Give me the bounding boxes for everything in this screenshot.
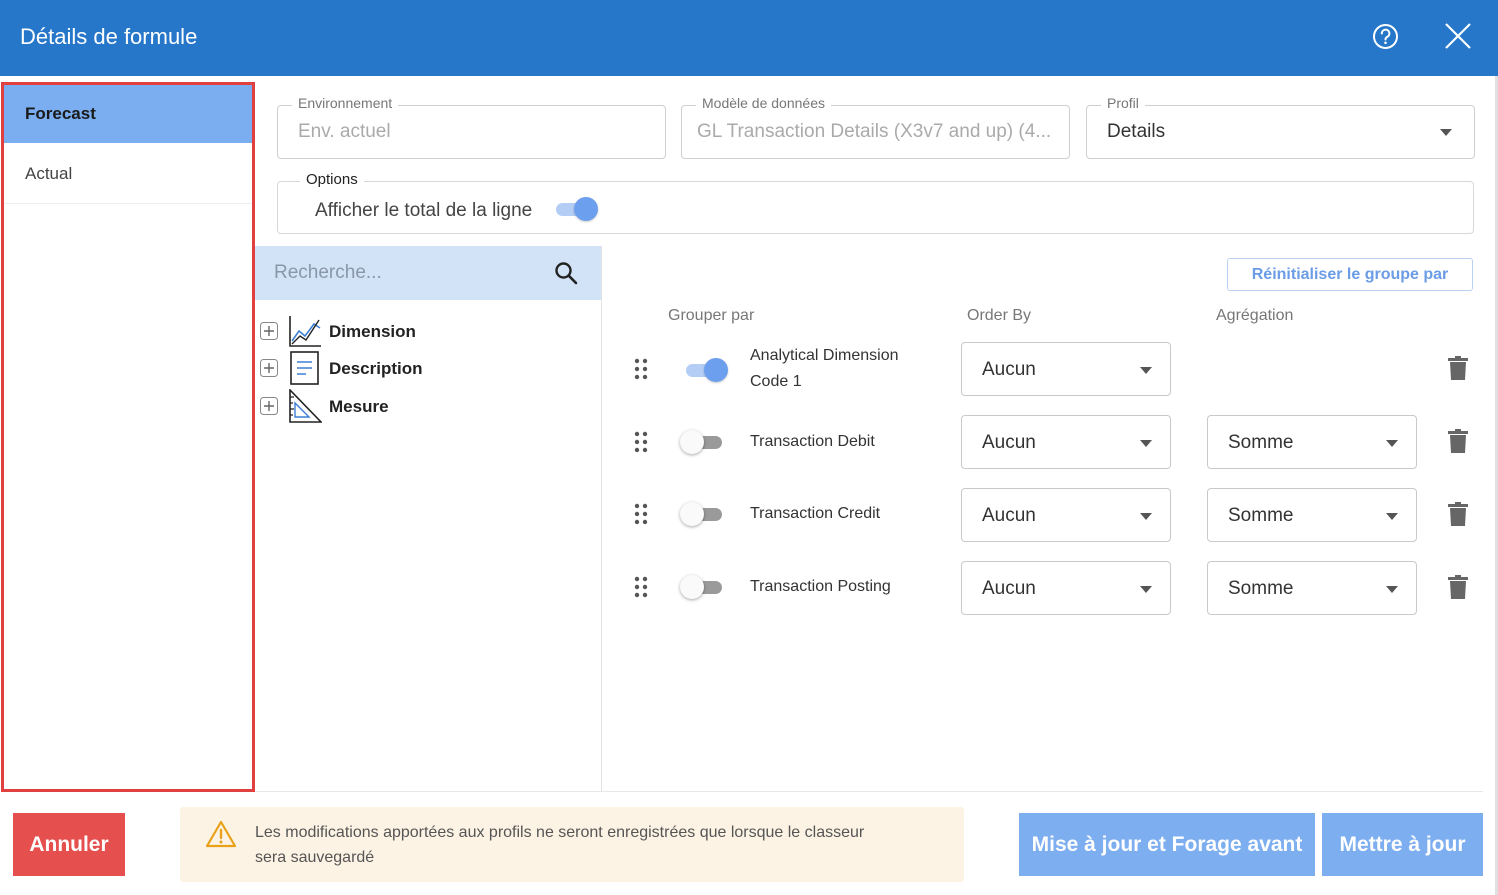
expand-plus-icon[interactable]	[260, 397, 278, 415]
warning-banner: Les modifications apportées aux profils …	[180, 807, 964, 882]
warning-line: sera sauvegardé	[255, 849, 375, 866]
tree-node-description[interactable]: Description	[260, 351, 590, 385]
sidebar-item-actual[interactable]: Actual	[4, 143, 252, 204]
column-header-group-by: Grouper par	[668, 307, 755, 324]
line-chart-icon	[289, 316, 321, 347]
chevron-down-icon	[1386, 586, 1398, 593]
options-group: Options Afficher le total de la ligne	[277, 171, 1474, 234]
tree-node-dimension[interactable]: Dimension	[260, 314, 590, 348]
order-by-value: Aucun	[982, 432, 1036, 453]
aggregation-select[interactable]: Somme	[1207, 415, 1417, 469]
close-icon[interactable]	[1444, 22, 1472, 50]
tree-node-mesure[interactable]: Mesure	[260, 389, 590, 423]
data-model-field[interactable]: Modèle de données GL Transaction Details…	[681, 95, 1070, 159]
field-name: Transaction Debit	[750, 433, 875, 450]
profile-value: Details	[1107, 121, 1166, 142]
chevron-down-icon	[1140, 440, 1152, 447]
profile-select[interactable]: Profil Details	[1086, 95, 1475, 159]
profile-label: Profil	[1101, 95, 1145, 111]
chevron-down-icon	[1386, 440, 1398, 447]
group-by-toggle[interactable]	[680, 574, 724, 600]
environment-field[interactable]: Environnement Env. actuel	[277, 95, 666, 159]
aggregation-value: Somme	[1228, 432, 1294, 453]
warning-line: Les modifications apportées aux profils …	[255, 824, 865, 841]
warning-icon	[205, 820, 237, 848]
show-row-total-label: Afficher le total de la ligne	[315, 200, 533, 221]
footer-divider	[255, 791, 1483, 792]
help-circle-icon[interactable]	[1372, 23, 1399, 50]
update-and-drill-button[interactable]: Mise à jour et Forage avant	[1019, 813, 1315, 876]
show-row-total-toggle[interactable]	[554, 196, 598, 222]
chevron-down-icon	[1440, 129, 1452, 136]
tree-node-label: Dimension	[329, 322, 416, 341]
aggregation-select[interactable]: Somme	[1207, 561, 1417, 615]
document-icon	[290, 351, 319, 385]
order-by-select[interactable]: Aucun	[961, 342, 1171, 396]
panel-divider	[601, 246, 602, 792]
update-button[interactable]: Mettre à jour	[1322, 813, 1483, 876]
set-square-icon	[289, 389, 322, 423]
chevron-down-icon	[1386, 513, 1398, 520]
order-by-value: Aucun	[982, 505, 1036, 526]
chevron-down-icon	[1140, 513, 1152, 520]
group-by-toggle[interactable]	[680, 429, 724, 455]
order-by-select[interactable]: Aucun	[961, 415, 1171, 469]
field-name: Transaction Posting	[750, 578, 891, 595]
field-name: Transaction Credit	[750, 505, 881, 522]
chevron-down-icon	[1140, 586, 1152, 593]
aggregation-select[interactable]: Somme	[1207, 488, 1417, 542]
drag-handle-icon[interactable]	[634, 576, 648, 598]
group-by-toggle[interactable]	[684, 357, 728, 383]
dialog-header: Détails de formule	[0, 0, 1498, 76]
expand-plus-icon[interactable]	[260, 322, 278, 340]
chevron-down-icon	[1140, 367, 1152, 374]
order-by-value: Aucun	[982, 578, 1036, 599]
order-by-select[interactable]: Aucun	[961, 488, 1171, 542]
order-by-value: Aucun	[982, 359, 1036, 380]
order-by-select[interactable]: Aucun	[961, 561, 1171, 615]
expand-plus-icon[interactable]	[260, 359, 278, 377]
environment-placeholder: Env. actuel	[298, 121, 391, 142]
search-icon[interactable]	[554, 261, 578, 285]
drag-handle-icon[interactable]	[634, 503, 648, 525]
aggregation-value: Somme	[1228, 505, 1294, 526]
sidebar-item-forecast[interactable]: Forecast	[4, 85, 252, 143]
field-search-bar	[255, 246, 601, 300]
group-by-toggle[interactable]	[680, 501, 724, 527]
aggregation-value: Somme	[1228, 578, 1294, 599]
trash-icon[interactable]	[1448, 575, 1468, 599]
tree-node-label: Description	[329, 359, 423, 378]
field-name-line: Analytical Dimension	[750, 347, 899, 364]
field-name-line: Code 1	[750, 373, 802, 390]
trash-icon[interactable]	[1448, 429, 1468, 453]
column-header-aggregation: Agrégation	[1216, 307, 1294, 324]
drag-handle-icon[interactable]	[634, 358, 648, 380]
drag-handle-icon[interactable]	[634, 431, 648, 453]
data-model-value: GL Transaction Details (X3v7 and up) (4.…	[697, 121, 1052, 142]
cancel-button[interactable]: Annuler	[13, 813, 125, 876]
data-model-label: Modèle de données	[696, 95, 831, 111]
environment-label: Environnement	[292, 95, 399, 111]
trash-icon[interactable]	[1448, 356, 1468, 380]
search-input[interactable]	[255, 246, 545, 300]
reset-group-by-button[interactable]: Réinitialiser le groupe par	[1227, 258, 1473, 291]
dialog-title: Détails de formule	[20, 24, 198, 49]
field-name: Analytical Dimension Code 1	[750, 343, 899, 395]
formula-list-panel: Forecast Actual	[1, 82, 255, 792]
tree-node-label: Mesure	[329, 397, 389, 416]
options-label: Options	[300, 171, 364, 188]
column-header-order-by: Order By	[967, 307, 1032, 324]
warning-text: Les modifications apportées aux profils …	[255, 820, 945, 870]
trash-icon[interactable]	[1448, 502, 1468, 526]
